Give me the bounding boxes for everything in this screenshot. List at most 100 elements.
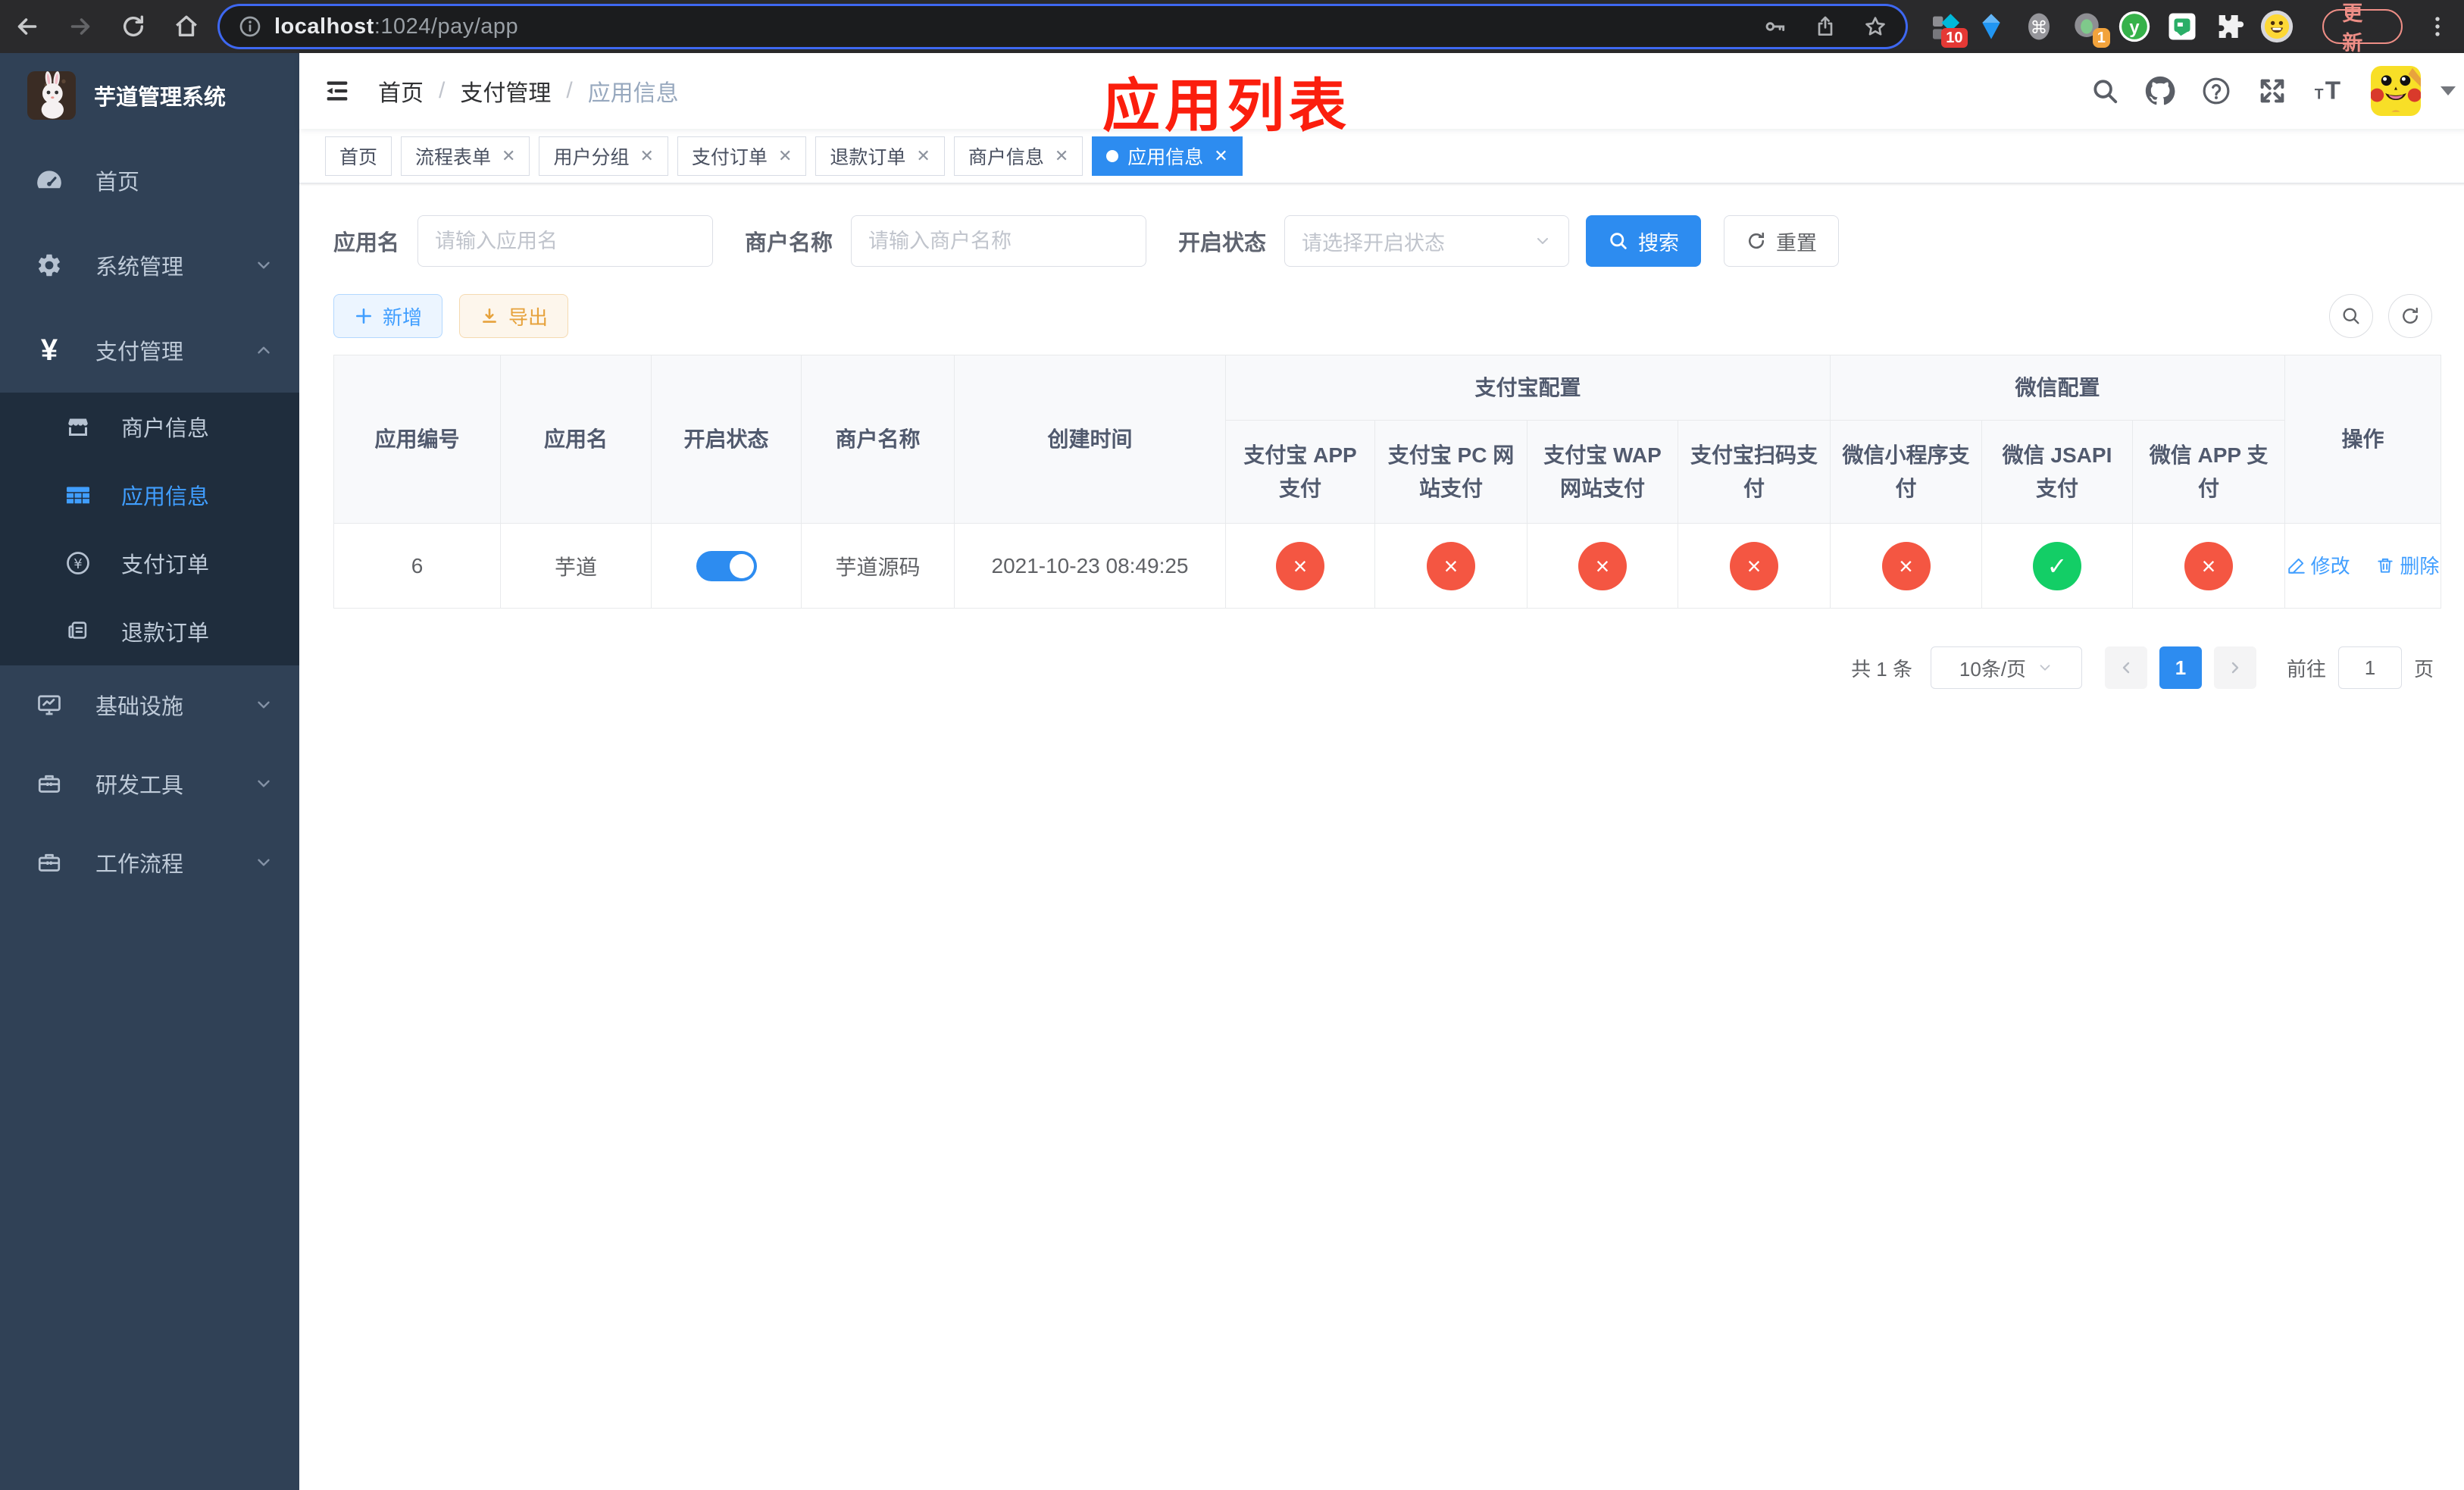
tag-user-group[interactable]: 用户分组 ✕ bbox=[539, 136, 668, 176]
breadcrumb-payment: 支付管理 bbox=[460, 81, 552, 106]
svg-text:T: T bbox=[2325, 77, 2340, 105]
extensions-puzzle-icon[interactable] bbox=[2212, 9, 2247, 44]
next-page-button[interactable] bbox=[2213, 646, 2256, 689]
table-row: 6 芋道 芋道源码 2021-10-23 08:49:25 × × × × × … bbox=[333, 523, 2442, 609]
close-icon[interactable]: ✕ bbox=[916, 146, 930, 166]
monitor-icon bbox=[32, 691, 67, 718]
sidebar-item-infrastructure[interactable]: 基础设施 bbox=[0, 665, 299, 744]
extension-command-icon[interactable]: ⌘ bbox=[2022, 9, 2056, 44]
sidebar-item-merchant-info[interactable]: 商户信息 bbox=[0, 393, 299, 461]
app-name-input[interactable] bbox=[417, 215, 714, 267]
breadcrumb: 首页 / 支付管理 / 应用信息 bbox=[378, 74, 679, 108]
breadcrumb-home[interactable]: 首页 bbox=[378, 74, 424, 108]
sidebar-item-system[interactable]: 系统管理 bbox=[0, 223, 299, 308]
close-icon[interactable]: ✕ bbox=[778, 146, 792, 166]
browser-back-icon[interactable] bbox=[11, 10, 44, 43]
merchant-name-input[interactable] bbox=[851, 215, 1147, 267]
sidebar-item-app-info[interactable]: 应用信息 bbox=[0, 461, 299, 529]
tags-view: 首页 流程表单 ✕ 用户分组 ✕ 支付订单 ✕ 退款订单 ✕ 商户信息 ✕ 应用信息 ✕ bbox=[299, 129, 2464, 183]
tag-refund-orders[interactable]: 退款订单 ✕ bbox=[815, 136, 945, 176]
status-label: 开启状态 bbox=[1178, 231, 1267, 255]
alipay-wap-status: × bbox=[1578, 541, 1627, 590]
col-status: 开启状态 bbox=[651, 355, 802, 524]
col-wechat-jsapi: 微信 JSAPI 支付 bbox=[1981, 420, 2134, 524]
extension-docs-icon[interactable] bbox=[2165, 9, 2200, 44]
sidebar-item-payment[interactable]: ¥ 支付管理 bbox=[0, 308, 299, 393]
add-button[interactable]: 新增 bbox=[333, 294, 443, 338]
svg-text:y: y bbox=[2129, 17, 2140, 38]
browser-home-icon[interactable] bbox=[170, 10, 203, 43]
page-size-select[interactable]: 10条/页 bbox=[1930, 646, 2082, 689]
export-button[interactable]: 导出 bbox=[459, 294, 569, 338]
extension-loom-icon[interactable]: 1 bbox=[2069, 9, 2110, 48]
top-navbar: 首页 / 支付管理 / 应用信息 应用列表 TT bbox=[299, 53, 2464, 139]
alipay-pc-status: × bbox=[1427, 541, 1475, 590]
fullscreen-icon[interactable] bbox=[2257, 76, 2287, 106]
browser-nav-buttons bbox=[11, 10, 203, 43]
wechat-app-status: × bbox=[2184, 541, 2234, 590]
tag-pay-orders[interactable]: 支付订单 ✕ bbox=[677, 136, 807, 176]
help-icon[interactable] bbox=[2201, 76, 2231, 106]
browser-menu-icon[interactable] bbox=[2425, 14, 2450, 39]
group-wechat-config: 微信配置 bbox=[1830, 355, 2286, 421]
tag-process-form[interactable]: 流程表单 ✕ bbox=[401, 136, 530, 176]
delete-link[interactable]: 删除 bbox=[2375, 551, 2439, 579]
password-key-icon[interactable] bbox=[1763, 14, 1787, 39]
cell-app-name: 芋道 bbox=[500, 523, 652, 609]
font-size-icon[interactable]: TT bbox=[2313, 75, 2345, 107]
goto-page-input[interactable] bbox=[2338, 646, 2402, 689]
avatar-caret-icon[interactable] bbox=[2441, 86, 2456, 95]
reset-button[interactable]: 重置 bbox=[1724, 215, 1840, 267]
close-icon[interactable]: ✕ bbox=[639, 146, 653, 166]
col-alipay-qr: 支付宝扫码支付 bbox=[1677, 420, 1831, 524]
share-icon[interactable] bbox=[1813, 14, 1837, 39]
page-number-button[interactable]: 1 bbox=[2159, 646, 2202, 689]
sidebar-item-workflow[interactable]: 工作流程 bbox=[0, 823, 299, 902]
breadcrumb-current: 应用信息 bbox=[587, 81, 679, 106]
profile-emoji-icon[interactable] bbox=[2259, 9, 2294, 44]
edit-link[interactable]: 修改 bbox=[2287, 551, 2350, 579]
close-icon[interactable]: ✕ bbox=[1055, 146, 1068, 166]
url-text[interactable]: localhost:1024/pay/app bbox=[274, 14, 1737, 39]
close-icon[interactable]: ✕ bbox=[502, 146, 515, 166]
sidebar-item-dev-tools[interactable]: 研发工具 bbox=[0, 744, 299, 823]
gear-icon bbox=[32, 252, 67, 279]
address-bar[interactable]: localhost:1024/pay/app bbox=[220, 6, 1906, 47]
chevron-down-icon bbox=[254, 695, 274, 715]
user-avatar[interactable] bbox=[2371, 66, 2422, 116]
status-toggle[interactable] bbox=[696, 550, 757, 581]
sidebar-logo-row[interactable]: 芋道管理系统 bbox=[0, 53, 299, 138]
refresh-button[interactable] bbox=[2388, 294, 2433, 338]
sidebar-menu: 首页 系统管理 ¥ 支付管理 商户信息 应用信息 ¥ 支付订单 退款订单 基础设… bbox=[0, 138, 299, 902]
github-icon[interactable] bbox=[2145, 76, 2175, 106]
tag-home[interactable]: 首页 bbox=[325, 136, 392, 176]
sidebar-item-home[interactable]: 首页 bbox=[0, 138, 299, 223]
col-alipay-wap: 支付宝 WAP 网站支付 bbox=[1527, 420, 1678, 524]
search-button[interactable]: 搜索 bbox=[1586, 215, 1702, 267]
extension-yuque-icon[interactable]: y bbox=[2117, 9, 2152, 44]
tag-merchant-info[interactable]: 商户信息 ✕ bbox=[953, 136, 1083, 176]
site-info-icon[interactable] bbox=[238, 14, 262, 39]
document-icon bbox=[61, 618, 95, 644]
close-icon[interactable]: ✕ bbox=[1214, 146, 1227, 166]
bookmark-star-icon[interactable] bbox=[1863, 14, 1887, 39]
sidebar-collapse-icon[interactable] bbox=[322, 76, 352, 106]
workflow-icon bbox=[32, 849, 67, 876]
extension-gem-icon[interactable] bbox=[1975, 9, 2009, 44]
prev-page-button[interactable] bbox=[2104, 646, 2147, 689]
wechat-jsapi-status: ✓ bbox=[2033, 541, 2082, 590]
page-annotation: 应用列表 bbox=[1102, 74, 1351, 139]
col-app-name: 应用名 bbox=[500, 355, 652, 524]
browser-toolbar: localhost:1024/pay/app 10 ⌘ 1 y 更新 bbox=[0, 0, 2464, 55]
browser-reload-icon[interactable] bbox=[117, 10, 150, 43]
browser-forward-icon[interactable] bbox=[64, 10, 97, 43]
sidebar-item-pay-orders[interactable]: ¥ 支付订单 bbox=[0, 529, 299, 597]
header-search-icon[interactable] bbox=[2090, 77, 2119, 105]
sidebar-item-refund-orders[interactable]: 退款订单 bbox=[0, 597, 299, 665]
status-select[interactable]: 请选择开启状态 bbox=[1284, 215, 1570, 267]
svg-text:⌘: ⌘ bbox=[2031, 18, 2048, 38]
chrome-update-button[interactable]: 更新 bbox=[2322, 2, 2403, 55]
toggle-search-button[interactable] bbox=[2329, 294, 2374, 338]
goto-page: 前往 页 bbox=[2287, 646, 2434, 689]
extension-grid-icon[interactable]: 10 bbox=[1927, 9, 1968, 48]
